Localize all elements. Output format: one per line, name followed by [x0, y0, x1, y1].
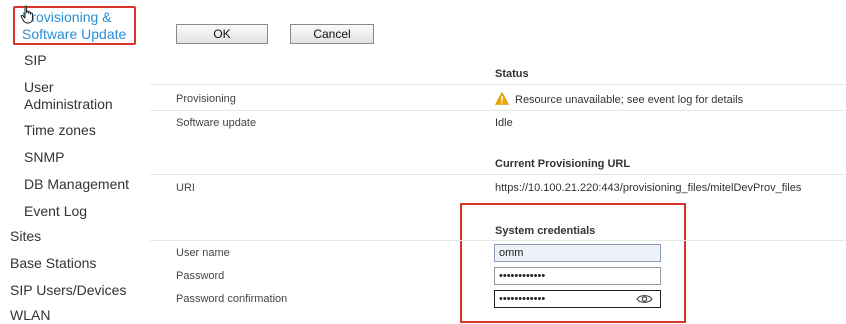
- nav-item-label-line1: Provisioning &: [22, 9, 112, 25]
- divider: [150, 240, 846, 241]
- nav-item-user-administration[interactable]: User Administration: [24, 79, 113, 113]
- password-field[interactable]: [494, 267, 661, 285]
- provisioning-url-heading: Current Provisioning URL: [495, 158, 631, 170]
- nav-item-base-stations[interactable]: Base Stations: [10, 255, 96, 272]
- nav-item-label-line1: User: [24, 79, 54, 95]
- divider: [150, 110, 846, 111]
- show-password-eye-icon[interactable]: [636, 293, 653, 305]
- uri-label: URI: [176, 182, 195, 194]
- software-update-label: Software update: [176, 117, 257, 129]
- left-navigation: Provisioning & Software Update SIP User …: [0, 0, 150, 323]
- username-field[interactable]: [494, 244, 661, 262]
- hand-cursor-icon: [20, 5, 33, 24]
- status-heading: Status: [495, 68, 529, 80]
- nav-item-sip-users-devices[interactable]: SIP Users/Devices: [10, 282, 126, 299]
- nav-item-event-log[interactable]: Event Log: [24, 203, 87, 220]
- password-confirmation-label: Password confirmation: [176, 293, 288, 305]
- nav-item-provisioning-software-update[interactable]: Provisioning & Software Update: [22, 9, 126, 43]
- ok-button[interactable]: OK: [176, 24, 268, 44]
- uri-value: https://10.100.21.220:443/provisioning_f…: [495, 182, 802, 194]
- nav-item-label-line2: Software Update: [22, 26, 127, 42]
- nav-item-sites[interactable]: Sites: [10, 228, 41, 245]
- software-update-status: Idle: [495, 117, 513, 129]
- provisioning-label: Provisioning: [176, 93, 236, 105]
- username-label: User name: [176, 247, 230, 259]
- password-label: Password: [176, 270, 225, 282]
- nav-item-wlan[interactable]: WLAN: [10, 307, 50, 324]
- system-credentials-heading: System credentials: [495, 225, 596, 237]
- warning-icon: [495, 92, 509, 105]
- nav-item-snmp[interactable]: SNMP: [24, 149, 64, 166]
- provisioning-status: Resource unavailable; see event log for …: [495, 92, 743, 106]
- divider: [150, 174, 846, 175]
- nav-item-db-management[interactable]: DB Management: [24, 176, 129, 193]
- cancel-button[interactable]: Cancel: [290, 24, 374, 44]
- provisioning-status-text: Resource unavailable; see event log for …: [515, 94, 744, 106]
- nav-item-label-line2: Administration: [24, 96, 113, 112]
- nav-item-time-zones[interactable]: Time zones: [24, 122, 96, 139]
- divider: [150, 84, 846, 85]
- nav-item-sip[interactable]: SIP: [24, 52, 47, 69]
